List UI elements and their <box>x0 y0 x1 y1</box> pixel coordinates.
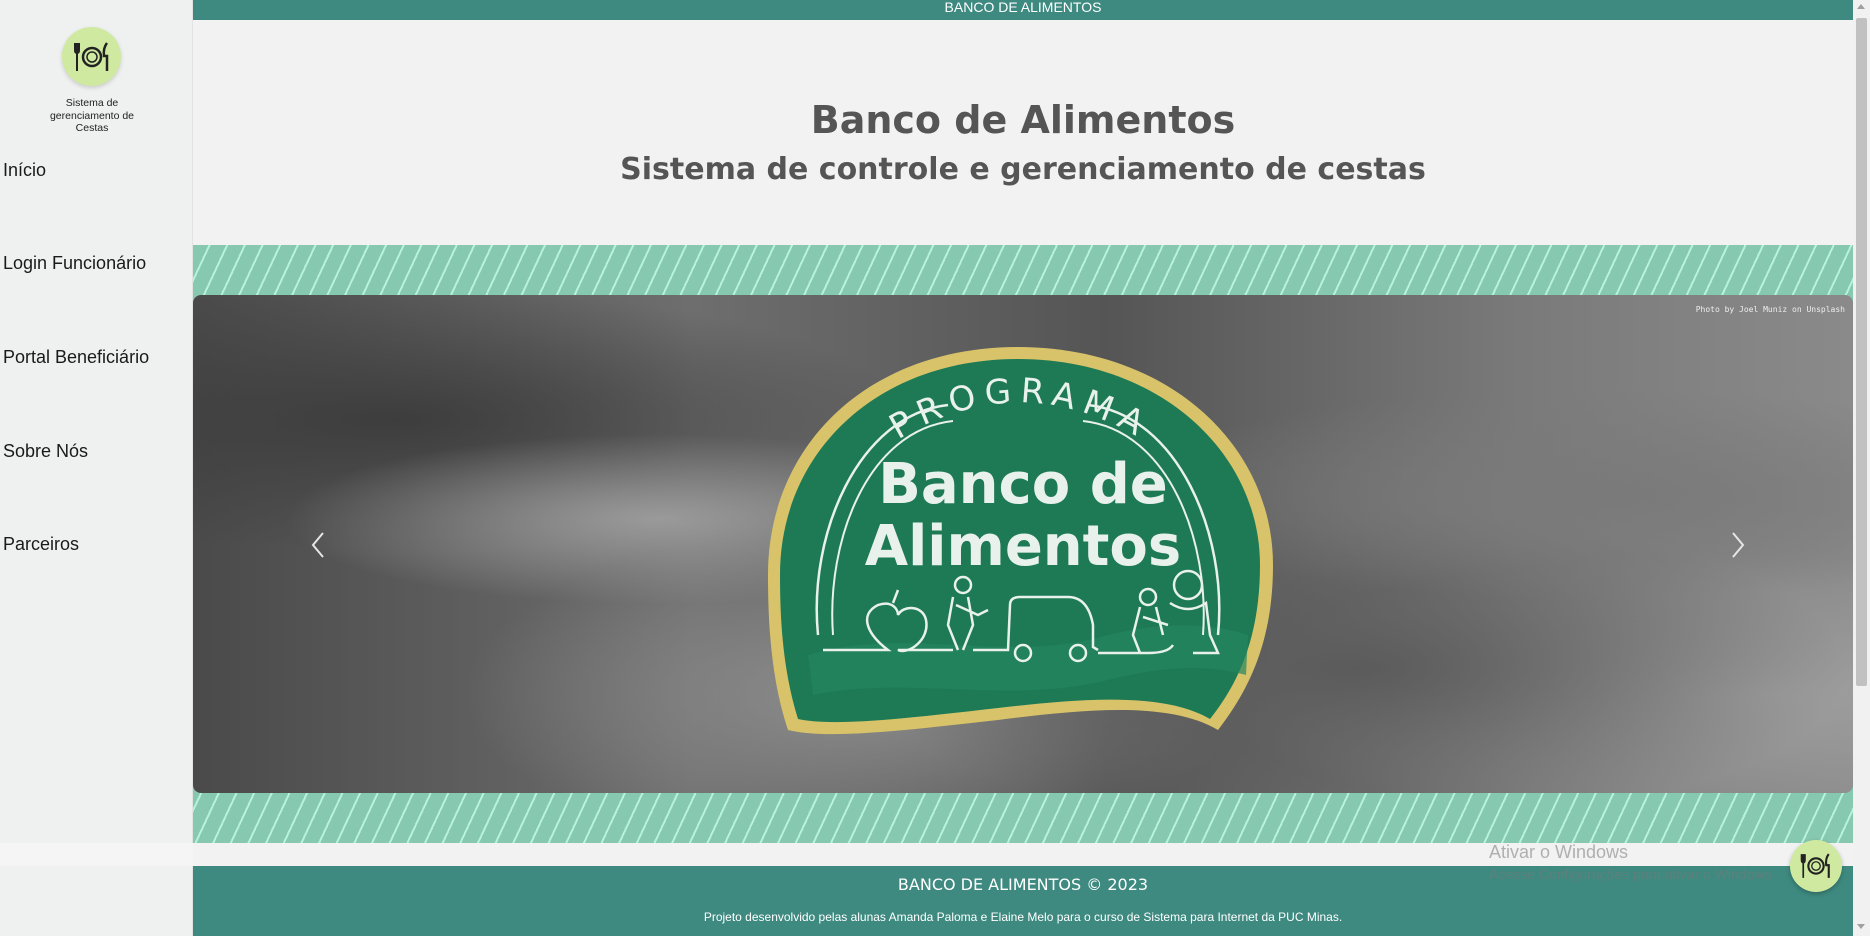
scroll-thumb[interactable] <box>1856 18 1867 686</box>
page-scrollbar[interactable] <box>1853 0 1870 936</box>
sidebar-item-login-funcionario[interactable]: Login Funcionário <box>3 253 146 274</box>
image-carousel[interactable]: Photo by Joel Muniz on Unsplash PROGRAMA… <box>193 295 1853 793</box>
fork-plate-knife-icon <box>1800 853 1830 878</box>
page-title: Banco de Alimentos <box>810 98 1236 142</box>
sidebar-divider <box>0 843 193 866</box>
carousel-next-button[interactable] <box>1723 525 1753 565</box>
chevron-right-icon <box>1732 532 1745 558</box>
sidebar-item-parceiros[interactable]: Parceiros <box>3 534 79 555</box>
badge-line-2: Alimentos <box>865 514 1182 579</box>
sidebar-item-inicio[interactable]: Início <box>3 160 46 181</box>
carousel-prev-button[interactable] <box>303 525 333 565</box>
page-subtitle: Sistema de controle e gerenciamento de c… <box>620 152 1426 187</box>
floating-logo-button[interactable] <box>1790 840 1842 892</box>
scroll-up-icon[interactable] <box>1857 4 1865 9</box>
sidebar-item-portal-beneficiario[interactable]: Portal Beneficiário <box>3 347 149 368</box>
badge-line-1: Banco de <box>878 452 1168 517</box>
sidebar-tagline: Sistema de gerenciamento de Cestas <box>49 97 135 134</box>
windows-watermark-text: Acesse Configurações para ativar o Windo… <box>1489 866 1776 882</box>
chevron-left-icon <box>311 532 324 558</box>
top-bar: BANCO DE ALIMENTOS <box>193 0 1853 20</box>
photo-credit: Photo by Joel Muniz on Unsplash <box>1695 305 1845 314</box>
sidebar-item-sobre-nos[interactable]: Sobre Nós <box>3 441 88 462</box>
sidebar: Sistema de gerenciamento de Cestas Iníci… <box>0 0 193 936</box>
windows-watermark-title: Ativar o Windows <box>1489 842 1629 862</box>
sidebar-logo[interactable] <box>62 27 121 86</box>
scroll-down-icon[interactable] <box>1857 924 1865 929</box>
banco-de-alimentos-badge: PROGRAMA Banco de Alimentos <box>768 347 1273 735</box>
footer-credits: Projeto desenvolvido pelas alunas Amanda… <box>703 910 1343 924</box>
fork-plate-knife-icon <box>73 41 108 71</box>
